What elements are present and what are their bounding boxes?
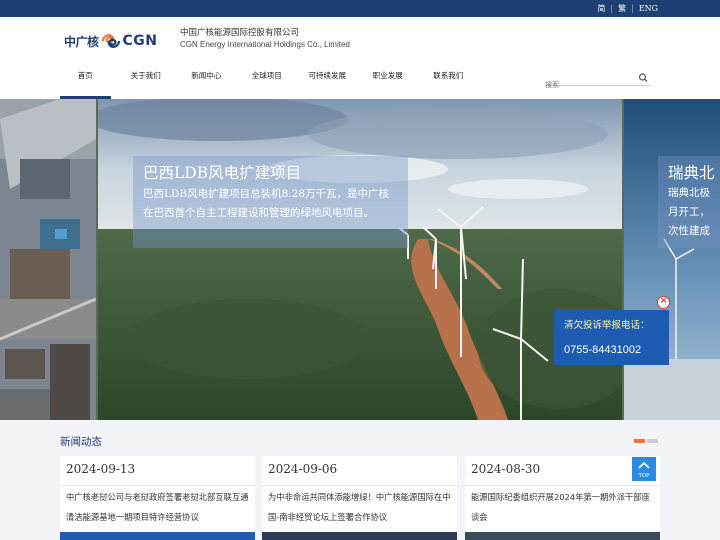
news-card[interactable]: 2024-08-30 能源国际纪委组织开展2024年第一期外派干部座谈会 <box>465 456 660 540</box>
news-date: 2024-09-06 <box>268 462 338 476</box>
news-date: 2024-09-13 <box>66 462 136 476</box>
news-divider <box>465 485 660 486</box>
news-thumbnail[interactable] <box>60 532 255 540</box>
complaint-label: 清欠投诉举报电话： <box>564 320 650 331</box>
main-nav: 首页 关于我们 新闻中心 全球项目 可持续发展 职业发展 联系我们 <box>55 61 479 99</box>
complaint-close-icon[interactable]: × <box>657 296 670 309</box>
lang-separator: | <box>610 4 614 13</box>
nav-item-careers[interactable]: 职业发展 <box>358 61 419 99</box>
banner-caption-next: 瑞典北 瑞典北极 月开工， 次性建成 <box>658 156 720 248</box>
news-card[interactable]: 2024-09-06 为中非命运共同体添能增绿！中广核能源国际在中国-南非经贸论… <box>262 456 457 540</box>
logo-cn-text: 中广核 <box>64 34 99 49</box>
complaint-hotline-box[interactable]: 清欠投诉举报电话： 0755-84431002 <box>554 310 669 365</box>
aerial-city-image <box>0 99 97 420</box>
banner-desc-next-line2: 月开工， <box>668 206 710 218</box>
news-date: 2024-08-30 <box>471 462 541 476</box>
nav-item-news[interactable]: 新闻中心 <box>176 61 237 99</box>
news-headline[interactable]: 为中非命运共同体添能增绿！中广核能源国际在中国-南非经贸论坛上签署合作协议 <box>268 487 454 527</box>
nav-item-sustainability[interactable]: 可持续发展 <box>297 61 358 99</box>
news-headline[interactable]: 能源国际纪委组织开展2024年第一期外派干部座谈会 <box>471 487 657 527</box>
nav-item-contact[interactable]: 联系我们 <box>418 61 479 99</box>
banner-desc-next-line1: 瑞典北极 <box>668 187 710 199</box>
news-thumbnail[interactable] <box>262 532 457 540</box>
nav-item-about[interactable]: 关于我们 <box>116 61 177 99</box>
banner-title: 巴西LDB风电扩建项目 <box>143 164 302 182</box>
cgn-logo[interactable]: 中广核 CGN <box>64 31 158 51</box>
company-name: 中国广核能源国际控股有限公司 CGN Energy International … <box>180 28 350 50</box>
news-section: 新闻动态 2024-09-13 中广核老挝公司与老挝政府签署老挝北部互联互通清洁… <box>0 420 720 540</box>
nav-item-projects[interactable]: 全球项目 <box>237 61 298 99</box>
search-input[interactable] <box>545 79 633 91</box>
lang-separator: | <box>631 4 634 13</box>
back-to-top-button[interactable]: TOP <box>632 457 656 481</box>
search-box <box>545 72 650 91</box>
news-thumbnail[interactable] <box>465 532 660 540</box>
language-switcher: 简 | 繁 | ENG <box>597 3 658 14</box>
banner-title-next: 瑞典北 <box>668 164 715 182</box>
cgn-logo-icon <box>101 34 120 48</box>
news-divider <box>262 485 457 486</box>
banner-slide-active[interactable]: 巴西LDB风电扩建项目 巴西LDB风电扩建项目总装机8.28万千瓦，是中广核在巴… <box>98 99 622 420</box>
sweden-project-image <box>624 99 720 420</box>
top-bar: 简 | 繁 | ENG <box>0 0 720 17</box>
chevron-up-icon <box>638 461 650 469</box>
news-divider <box>60 485 255 486</box>
company-name-cn: 中国广核能源国际控股有限公司 <box>180 28 300 38</box>
complaint-phone: 0755-84431002 <box>564 344 642 356</box>
banner-desc-next-line3: 次性建成 <box>668 225 710 237</box>
lang-traditional-link[interactable]: 繁 <box>618 3 626 14</box>
banner-slide-next[interactable]: 瑞典北 瑞典北极 月开工， 次性建成 <box>624 99 720 420</box>
news-page-dot-1[interactable] <box>634 439 645 443</box>
lang-simplified-link[interactable]: 简 <box>597 3 605 14</box>
hero-banner: 巴西LDB风电扩建项目 巴西LDB风电扩建项目总装机8.28万千瓦，是中广核在巴… <box>0 99 720 420</box>
nav-item-home[interactable]: 首页 <box>55 61 116 99</box>
banner-description: 巴西LDB风电扩建项目总装机8.28万千瓦，是中广核在巴西首个自主工程建设和管理… <box>143 188 389 219</box>
logo-en-text: CGN <box>122 33 158 49</box>
banner-slide-previous[interactable] <box>0 99 97 420</box>
lang-english-link[interactable]: ENG <box>639 4 658 13</box>
search-icon[interactable] <box>638 72 648 84</box>
news-card[interactable]: 2024-09-13 中广核老挝公司与老挝政府签署老挝北部互联互通清洁能源基地一… <box>60 456 255 540</box>
company-name-en: CGN Energy International Holdings Co., L… <box>180 40 350 49</box>
news-section-title[interactable]: 新闻动态 <box>60 434 102 449</box>
news-headline[interactable]: 中广核老挝公司与老挝政府签署老挝北部互联互通清洁能源基地一期项目特许经营协议 <box>66 487 252 527</box>
banner-caption: 巴西LDB风电扩建项目 巴西LDB风电扩建项目总装机8.28万千瓦，是中广核在巴… <box>133 156 408 248</box>
news-pagination <box>634 439 658 443</box>
news-page-dot-2[interactable] <box>647 439 658 443</box>
site-header: 中广核 CGN 中国广核能源国际控股有限公司 CGN Energy Intern… <box>0 17 720 99</box>
wind-farm-image <box>98 99 622 420</box>
back-to-top-label: TOP <box>638 473 650 479</box>
